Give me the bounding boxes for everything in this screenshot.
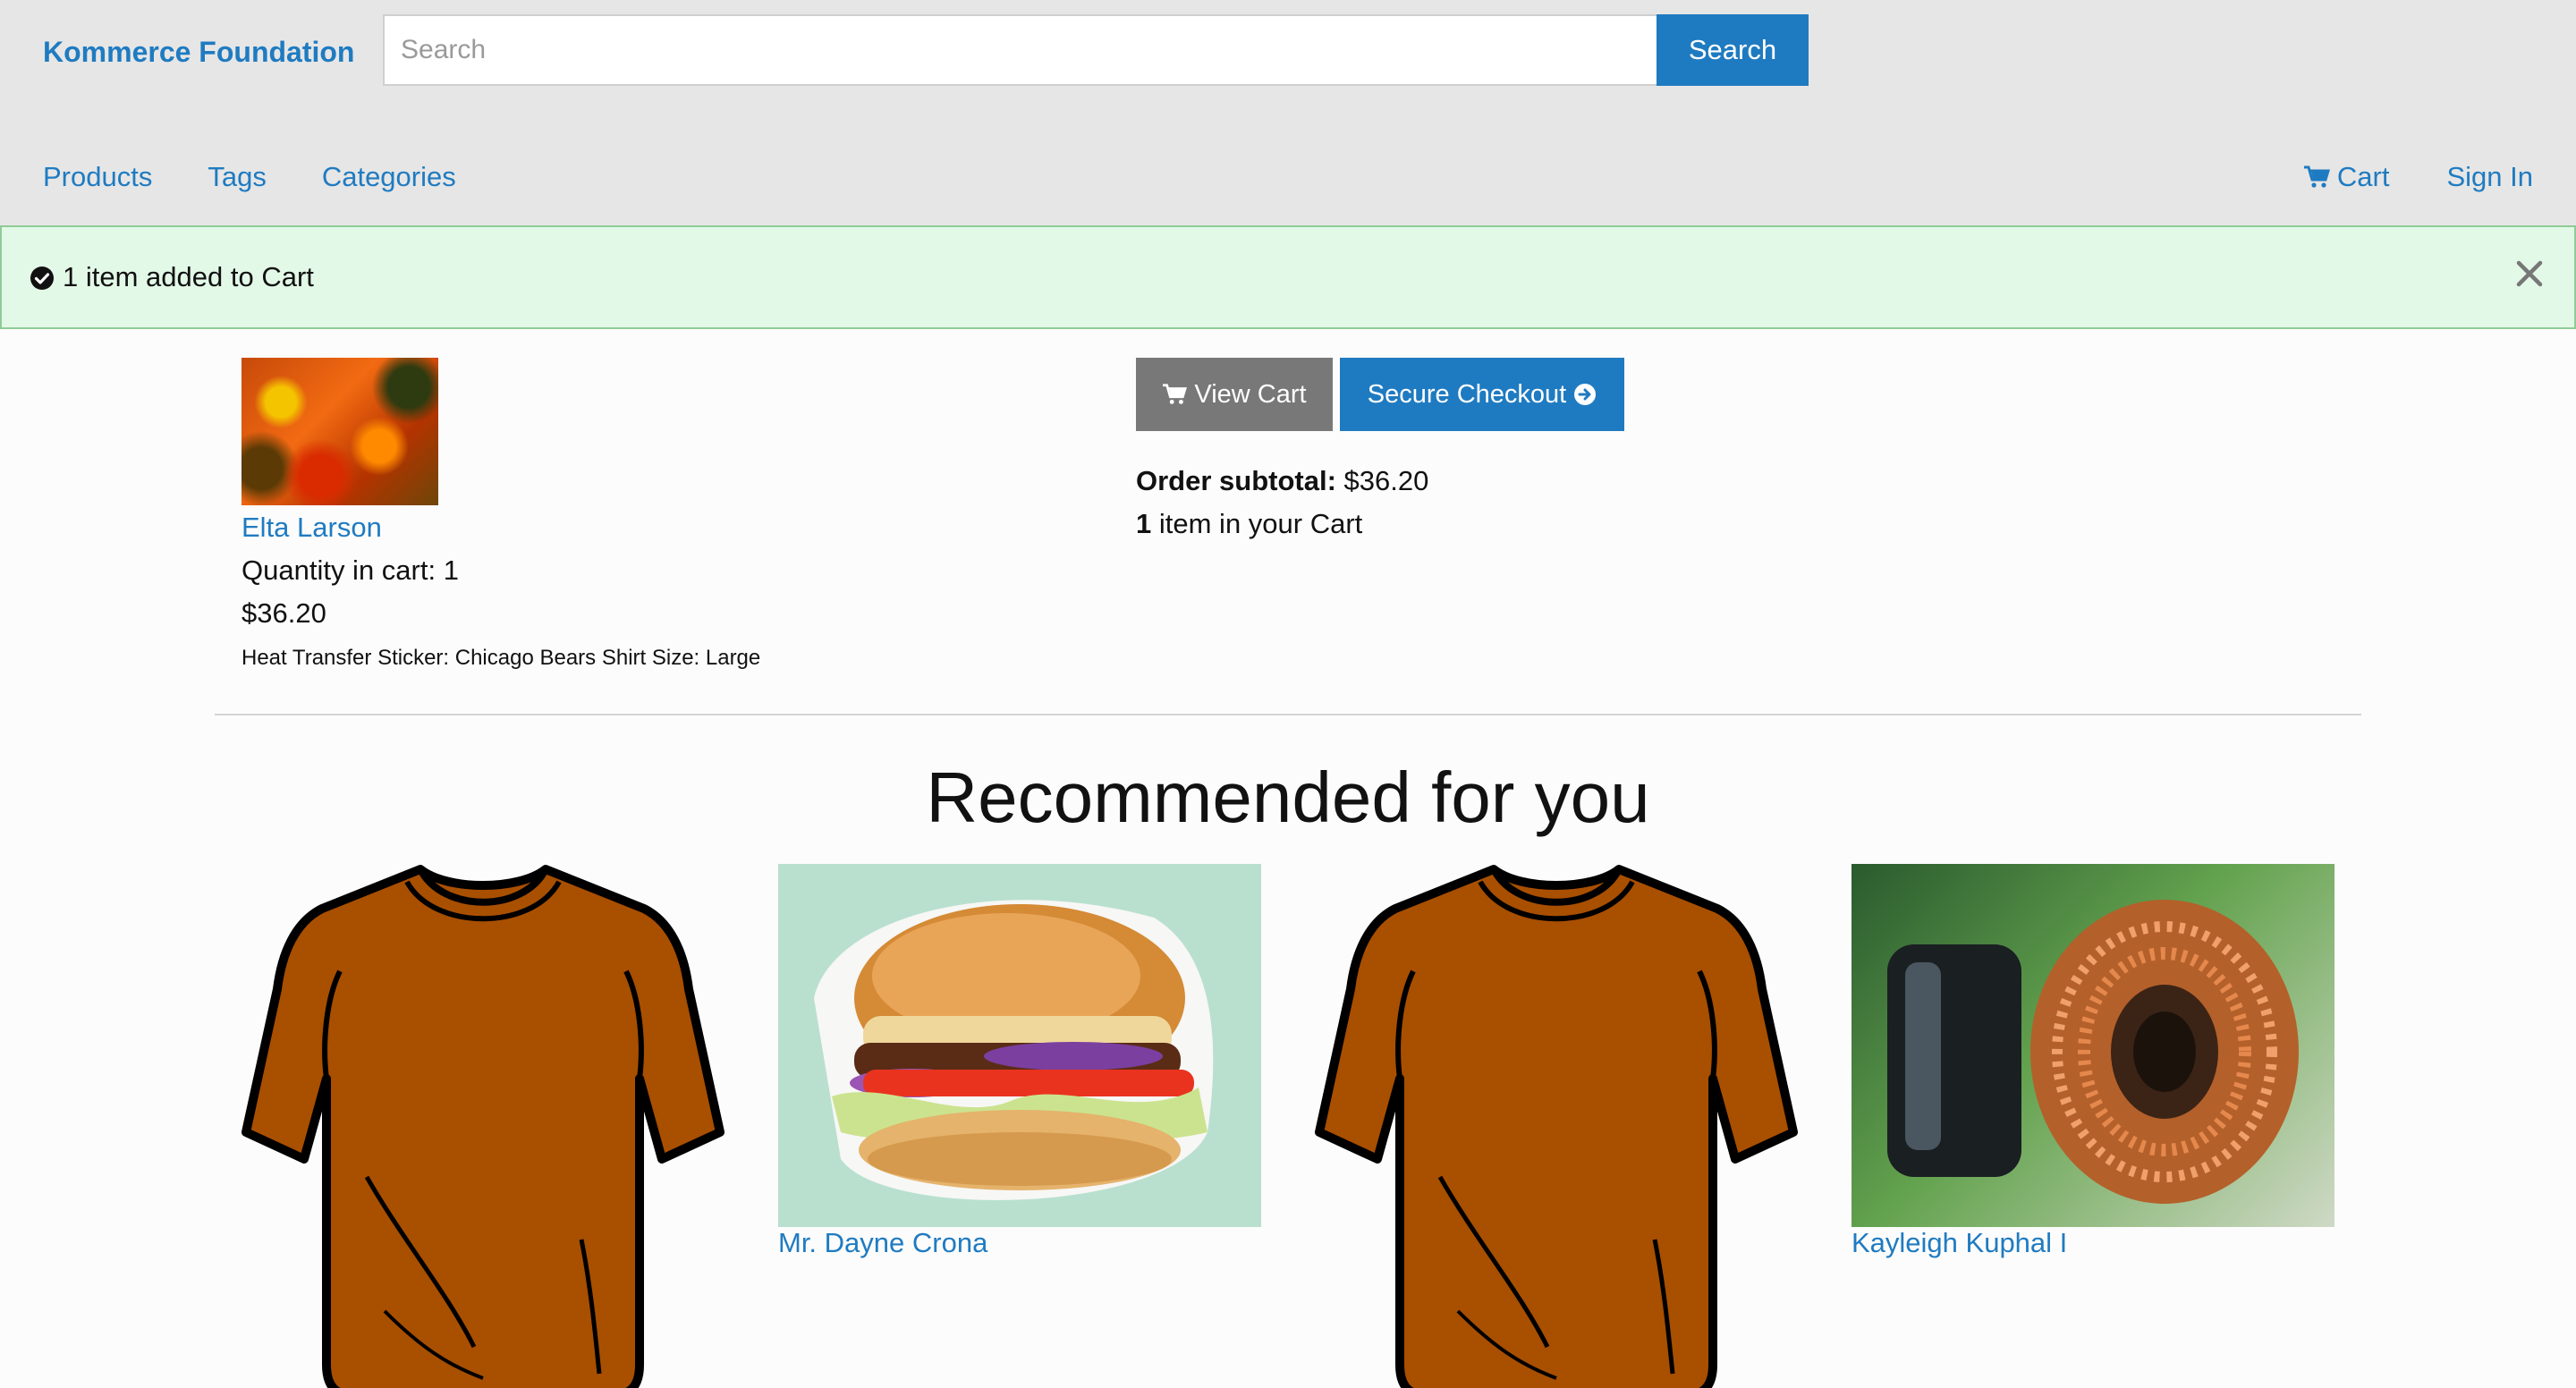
recommended-item[interactable]: Mr. Dayne Crona — [778, 864, 1261, 1259]
nav-cart[interactable]: Cart — [2303, 161, 2390, 193]
user-nav: Cart Sign In — [2303, 161, 2533, 193]
cart-item-quantity: Quantity in cart: 1 — [242, 554, 459, 586]
copper-coil-image — [1887, 900, 2299, 1204]
recommended-heading: Recommended for you — [926, 757, 1650, 837]
close-alert-button[interactable] — [2512, 256, 2547, 292]
cart-item-price: $36.20 — [242, 597, 326, 629]
recommended-item[interactable] — [242, 864, 724, 1388]
check-circle-icon — [30, 267, 54, 290]
secure-checkout-label: Secure Checkout — [1367, 379, 1567, 409]
search-input[interactable] — [383, 14, 1657, 86]
order-subtotal: Order subtotal: $36.20 — [1136, 465, 1428, 497]
tshirt-image — [1315, 865, 1798, 1388]
tshirt-image — [242, 865, 724, 1388]
view-cart-button[interactable]: View Cart — [1136, 358, 1333, 431]
cart-count-number: 1 — [1136, 508, 1152, 539]
nav-products[interactable]: Products — [43, 161, 152, 193]
search-bar: Search — [383, 14, 1809, 86]
product-image-coil[interactable] — [1852, 864, 2334, 1227]
section-divider — [215, 714, 2361, 715]
burger-image — [814, 900, 1214, 1200]
arrow-circle-right-icon — [1574, 384, 1597, 405]
subtotal-value: $36.20 — [1343, 465, 1429, 496]
main-nav: Products Tags Categories — [43, 161, 456, 193]
top-header: Kommerce Foundation Search Products Tags… — [0, 0, 2576, 225]
cart-item-options: Heat Transfer Sticker: Chicago Bears Shi… — [242, 646, 761, 670]
nav-sign-in[interactable]: Sign In — [2446, 161, 2533, 193]
recommended-item-name[interactable]: Kayleigh Kuphal I — [1852, 1227, 2067, 1258]
nav-cart-label: Cart — [2336, 161, 2390, 192]
cart-count-suffix: item in your Cart — [1158, 508, 1363, 539]
cart-item-thumbnail[interactable] — [242, 358, 438, 505]
cart-item-count: 1 item in your Cart — [1136, 508, 1362, 540]
cart-added-alert — [0, 225, 2576, 329]
product-image-burger[interactable] — [778, 864, 1261, 1227]
alert-message: 1 item added to Cart — [63, 261, 314, 292]
subtotal-label: Order subtotal: — [1136, 465, 1336, 496]
secure-checkout-button[interactable]: Secure Checkout — [1340, 358, 1624, 431]
recommended-item[interactable] — [1315, 864, 1798, 1388]
recommended-item[interactable]: Kayleigh Kuphal I — [1852, 864, 2334, 1259]
shopping-cart-icon — [2303, 165, 2330, 188]
nav-categories[interactable]: Categories — [322, 161, 456, 193]
brand-link[interactable]: Kommerce Foundation — [43, 36, 354, 69]
view-cart-label: View Cart — [1194, 379, 1307, 409]
shopping-cart-icon — [1163, 384, 1188, 404]
product-image-tshirt[interactable] — [242, 864, 724, 1388]
cart-item-name[interactable]: Elta Larson — [242, 512, 382, 544]
close-icon — [2516, 260, 2543, 287]
nav-tags[interactable]: Tags — [208, 161, 266, 193]
recommended-item-name[interactable]: Mr. Dayne Crona — [778, 1227, 987, 1258]
search-button[interactable]: Search — [1657, 14, 1809, 86]
product-image-tshirt[interactable] — [1315, 864, 1798, 1388]
